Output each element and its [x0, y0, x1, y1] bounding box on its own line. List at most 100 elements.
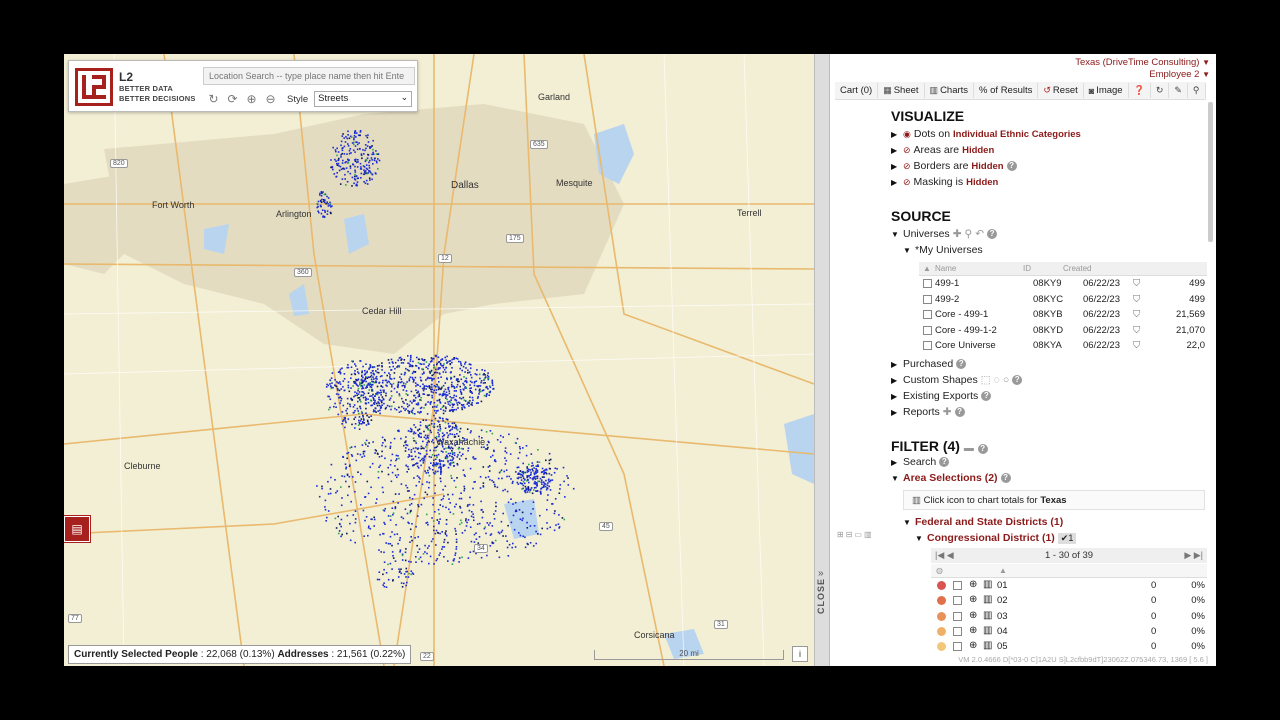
district-name[interactable]: 01 [997, 580, 1008, 591]
universe-name[interactable]: Core - 499-1-2 [935, 325, 997, 336]
cart-icon[interactable]: ⛉ [1133, 325, 1140, 336]
row-checkbox[interactable] [923, 341, 932, 350]
row-checkbox[interactable] [923, 279, 932, 288]
table-row[interactable]: ⊕ ▥ 03 0 0% [931, 609, 1207, 624]
scrollbar[interactable] [1208, 102, 1213, 242]
chart-totals-note[interactable]: ▥ Click icon to chart totals for Texas [903, 490, 1205, 510]
style-select[interactable]: Streets ⌄ [314, 91, 413, 107]
expand-triangle-icon[interactable]: ▶ [891, 178, 900, 187]
help-icon[interactable]: ? [939, 457, 950, 467]
row-checkbox[interactable] [953, 626, 962, 636]
user-name[interactable]: Employee 2 [1149, 69, 1199, 80]
cart-icon[interactable]: ⛉ [1133, 278, 1140, 289]
percent-results-button[interactable]: % of Results [974, 83, 1039, 98]
close-panel-button[interactable]: CLOSE [816, 578, 830, 614]
target-icon[interactable]: ⊕ [969, 579, 977, 590]
pin-button[interactable]: ⚲ [1188, 83, 1206, 98]
chart-icon[interactable]: ▥ [983, 594, 992, 605]
visualize-dots-row[interactable]: ▶ ◉ Dots on Individual Ethnic Categories [891, 128, 1081, 140]
help-icon[interactable]: ? [956, 359, 967, 369]
table-row[interactable]: Core - 499-1 08KYB 06/22/23 ⛉ 21,569 [919, 307, 1207, 323]
reports-row[interactable]: ▶ Reports ✚ ? [891, 406, 965, 418]
cart-button[interactable]: Cart (0) [835, 83, 879, 98]
zoom-out-icon[interactable]: ⊖ [264, 92, 277, 106]
help-icon[interactable]: ? [1012, 375, 1023, 385]
fed-state-row[interactable]: ▼ Federal and State Districts (1) [903, 516, 1063, 528]
zoom-in-icon[interactable]: ⊕ [245, 92, 258, 106]
row-checkbox[interactable] [953, 611, 962, 621]
expand-triangle-icon[interactable]: ▶ [891, 162, 900, 171]
table-row[interactable]: ⊕ ▥ 04 0 0% [931, 624, 1207, 639]
row-checkbox[interactable] [923, 294, 932, 304]
col-created[interactable]: Created [1063, 264, 1091, 273]
table-row[interactable]: ⊕ ▥ 01 0 0% [931, 578, 1207, 593]
district-name[interactable]: 03 [997, 611, 1008, 622]
congressional-row[interactable]: ▼ Congressional District (1) ✔1 [915, 532, 1077, 544]
info-button[interactable]: i [792, 646, 808, 662]
collapse-triangle-icon[interactable]: ▼ [915, 534, 924, 543]
row-checkbox[interactable] [953, 642, 962, 652]
eye-hidden-icon[interactable]: ⊘ [903, 145, 911, 156]
help-icon[interactable]: ? [1000, 473, 1011, 483]
help-icon[interactable]: ? [981, 391, 992, 401]
col-id[interactable]: ID [1023, 264, 1031, 273]
expand-triangle-icon[interactable]: ▶ [891, 376, 900, 385]
expand-triangle-icon[interactable]: ▶ [891, 360, 900, 369]
universe-name[interactable]: 499-2 [935, 294, 959, 305]
row-checkbox[interactable] [923, 310, 932, 319]
eye-hidden-icon[interactable]: ⊘ [903, 161, 911, 172]
cart-icon[interactable]: ⛉ [1133, 309, 1140, 320]
expand-triangle-icon[interactable]: ▶ [891, 408, 900, 417]
rotate-icon[interactable]: ⟳ [226, 92, 239, 106]
areas-value[interactable]: Hidden [962, 145, 994, 156]
district-name[interactable]: 05 [997, 641, 1008, 652]
purchased-row[interactable]: ▶ Purchased ? [891, 358, 967, 370]
universe-name[interactable]: 499-1 [935, 278, 959, 289]
district-name[interactable]: 04 [997, 626, 1008, 637]
undo-icon[interactable]: ↶ [975, 228, 984, 240]
existing-exports-row[interactable]: ▶ Existing Exports ? [891, 390, 992, 402]
universe-name[interactable]: Core Universe [935, 340, 996, 351]
sheet-button[interactable]: ▦ Sheet [878, 83, 925, 98]
image-button[interactable]: ◙ Image [1084, 83, 1129, 98]
add-icon[interactable]: ✚ [953, 228, 962, 240]
masking-value[interactable]: Hidden [966, 177, 998, 188]
expand-triangle-icon[interactable]: ▶ [891, 392, 900, 401]
chart-icon[interactable]: ▥ [983, 610, 992, 621]
account-menu[interactable]: Texas (DriveTime Consulting) ▼ Employee … [1075, 57, 1210, 81]
chart-icon[interactable]: ▥ [983, 640, 992, 651]
expand-triangle-icon[interactable]: ▶ [891, 146, 900, 155]
comment-icon[interactable]: ▬ [964, 443, 974, 454]
add-icon[interactable]: ✚ [943, 406, 952, 418]
my-universes-row[interactable]: ▼ *My Universes [903, 244, 983, 256]
rectangle-select-icon[interactable]: ⬚ [981, 374, 991, 386]
target-icon[interactable]: ⊕ [969, 594, 977, 605]
target-icon[interactable]: ⊕ [969, 610, 977, 621]
layout-icons[interactable]: ⊞⊟▭▥ [837, 530, 874, 539]
help-icon[interactable]: ? [954, 407, 965, 417]
sync-button[interactable]: ↻ [1151, 83, 1170, 98]
borders-value[interactable]: Hidden [971, 161, 1003, 172]
panel-scroll-area[interactable]: VISUALIZE ▶ ◉ Dots on Individual Ethnic … [831, 102, 1207, 652]
visualize-borders-row[interactable]: ▶ ⊘ Borders are Hidden ? [891, 160, 1017, 172]
universe-name[interactable]: Core - 499-1 [935, 309, 988, 320]
collapse-triangle-icon[interactable]: ▼ [903, 518, 912, 527]
search-icon[interactable]: ⚲ [965, 228, 973, 240]
next-page-icon[interactable]: ▶ ▶| [1184, 548, 1203, 563]
table-row[interactable]: Core Universe 08KYA 06/22/23 ⛉ 22,0 [919, 338, 1207, 354]
charts-button[interactable]: ▥ Charts [925, 83, 975, 98]
help-icon[interactable]: ? [977, 444, 988, 454]
selection-count-badge[interactable]: ✔1 [1057, 532, 1077, 544]
row-checkbox[interactable] [953, 581, 962, 590]
help-icon[interactable]: ? [1006, 161, 1017, 171]
custom-shapes-row[interactable]: ▶ Custom Shapes ⬚ ◌ ○ ? [891, 374, 1023, 386]
universes-row[interactable]: ▼ Universes ✚ ⚲ ↶ ? [891, 228, 998, 240]
collapse-triangle-icon[interactable]: ▼ [891, 474, 900, 483]
visualize-masking-row[interactable]: ▶ ⊘ Masking is Hidden [891, 176, 998, 188]
sort-asc-icon[interactable]: ▲ [923, 264, 931, 273]
table-row[interactable]: 499-1 08KY9 06/22/23 ⛉ 499 [919, 276, 1207, 292]
collapse-triangle-icon[interactable]: ▼ [903, 246, 912, 255]
location-search-input[interactable]: Location Search -- type place name then … [203, 67, 415, 85]
panel-divider[interactable]: » CLOSE [814, 54, 830, 666]
chat-icon[interactable]: ▤ [64, 516, 90, 542]
